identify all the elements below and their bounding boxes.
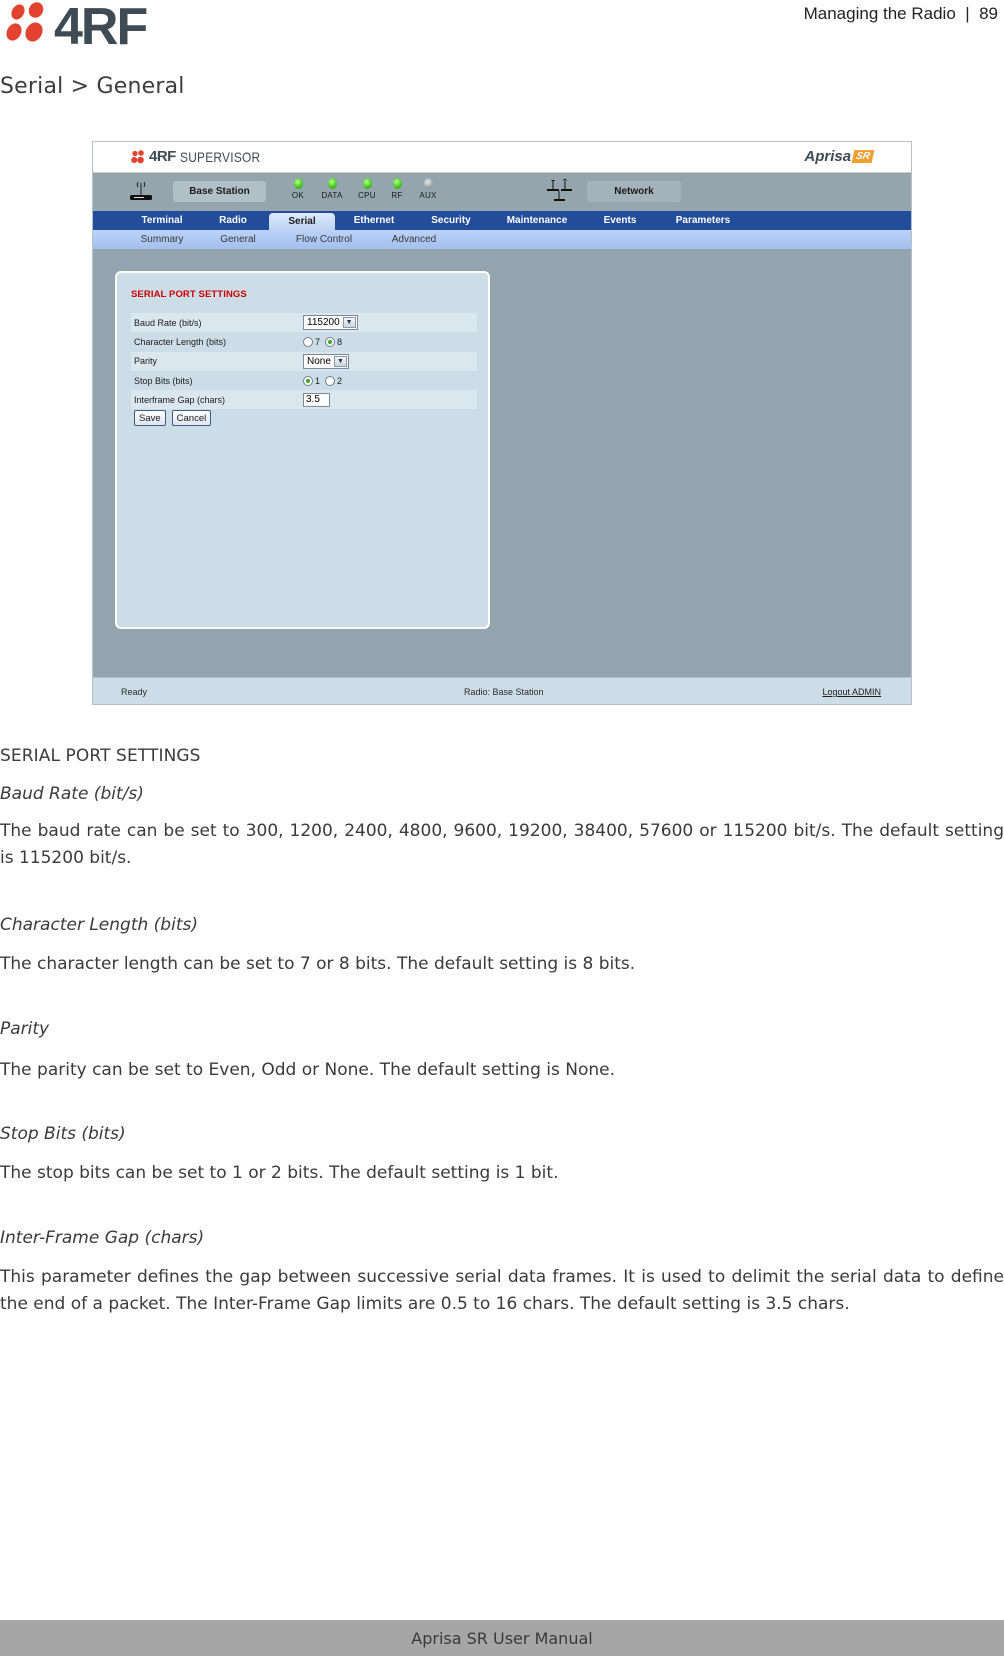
doc-heading: SERIAL PORT SETTINGS [0, 746, 201, 766]
app-header: 4RF SUPERVISOR Aprisa SR [93, 142, 911, 173]
logo-dots-icon [6, 2, 44, 42]
settings-row-baud-rate: Baud Rate (bit/s) 115200 ▼ [131, 313, 477, 333]
section-title: Serial > General [0, 74, 185, 99]
main-nav: Terminal Radio Serial Ethernet Security … [93, 211, 911, 230]
doc-paragraph-interframe-gap: This parameter defines the gap between s… [0, 1267, 1004, 1314]
tab-ethernet[interactable]: Ethernet [335, 211, 413, 230]
baud-rate-value: 115200 [307, 317, 340, 329]
interframe-gap-label: Interframe Gap (chars) [134, 394, 226, 405]
serial-port-settings-panel: SERIAL PORT SETTINGS Baud Rate (bit/s) 1… [115, 271, 490, 629]
character-length-radio-8[interactable] [325, 336, 336, 347]
tab-radio[interactable]: Radio [197, 211, 269, 230]
radio-label: 7 [315, 336, 321, 347]
brand-name: Aprisa [804, 148, 852, 165]
page-footer: Aprisa SR User Manual [0, 1620, 1004, 1656]
subtab-flow-control[interactable]: Flow Control [279, 230, 369, 249]
subtab-advanced[interactable]: Advanced [369, 230, 459, 249]
settings-table: Baud Rate (bit/s) 115200 ▼ Character Len… [131, 313, 477, 410]
4rf-logo: 4RF [6, 0, 148, 52]
led-aux-icon [423, 178, 433, 189]
chevron-down-icon[interactable]: ▼ [342, 317, 356, 329]
network-button[interactable]: Network [587, 181, 681, 202]
led-ok-icon [293, 178, 303, 189]
aprisa-logo: Aprisa SR [804, 148, 875, 165]
character-length-label: Character Length (bits) [134, 336, 227, 347]
subnav-spacer [93, 230, 127, 249]
settings-row-parity: Parity None ▼ [131, 351, 477, 371]
doc-subheading-interframe-gap: Inter-Frame Gap (chars) [0, 1228, 205, 1248]
led-aux: AUX [411, 178, 445, 200]
logout-link[interactable]: Logout ADMIN [822, 687, 881, 697]
led-rf-icon [392, 178, 402, 189]
device-status-bar: Base Station OK DATA CPU RF AUX Network [93, 173, 911, 211]
form-buttons: Save Cancel [134, 410, 212, 426]
save-button[interactable]: Save [134, 410, 166, 426]
supervisor-logo: 4RF SUPERVISOR [131, 148, 274, 165]
led-cpu-icon [362, 178, 372, 189]
baud-rate-select[interactable]: 115200 ▼ [303, 315, 358, 331]
led-rf: RF [383, 178, 411, 200]
supervisor-screenshot: 4RF SUPERVISOR Aprisa SR Base Station OK… [92, 141, 912, 705]
panel-title: SERIAL PORT SETTINGS [131, 289, 247, 300]
brand-badge: SR [851, 150, 875, 163]
radio-label: 2 [337, 375, 343, 386]
tab-serial[interactable]: Serial [269, 213, 335, 230]
led-label: AUX [419, 191, 437, 200]
stop-bits-radio-1[interactable] [303, 375, 313, 386]
doc-subheading-baud-rate: Baud Rate (bit/s) [0, 784, 144, 804]
subtab-summary[interactable]: Summary [127, 230, 197, 249]
led-cpu: CPU [351, 178, 383, 200]
led-label: CPU [358, 191, 376, 200]
radio-label: 8 [337, 336, 343, 347]
parity-select[interactable]: None ▼ [303, 353, 349, 369]
logo-dots-icon [131, 149, 144, 163]
radio-device-icon [130, 181, 152, 200]
led-data-icon [327, 178, 337, 189]
logo-text: 4RF [54, 0, 146, 52]
doc-subheading-character-length: Character Length (bits) [0, 915, 198, 935]
product-name: SUPERVISOR [179, 148, 261, 165]
chevron-down-icon[interactable]: ▼ [333, 355, 347, 367]
character-length-radio-7[interactable] [303, 336, 313, 347]
stop-bits-label: Stop Bits (bits) [134, 375, 193, 386]
app-status-bar: Ready Radio: Base Station Logout ADMIN [93, 677, 911, 704]
doc-paragraph-stop-bits: The stop bits can be set to 1 or 2 bits.… [0, 1163, 559, 1183]
settings-row-interframe-gap: Interframe Gap (chars) 3.5 [131, 390, 477, 410]
tab-parameters[interactable]: Parameters [655, 211, 751, 230]
parity-label: Parity [134, 356, 158, 367]
interframe-gap-input[interactable]: 3.5 [303, 392, 330, 407]
status-radio-mode: Radio: Base Station [464, 687, 544, 697]
doc-subheading-parity: Parity [0, 1019, 50, 1039]
status-ready: Ready [121, 687, 148, 697]
doc-paragraph-character-length: The character length can be set to 7 or … [0, 954, 636, 974]
network-topology-icon [547, 178, 572, 201]
led-label: DATA [321, 191, 343, 200]
tab-maintenance[interactable]: Maintenance [489, 211, 585, 230]
doc-subheading-stop-bits: Stop Bits (bits) [0, 1124, 126, 1144]
station-name-button[interactable]: Base Station [173, 181, 266, 202]
stop-bits-radio-2[interactable] [325, 375, 336, 386]
tab-security[interactable]: Security [413, 211, 489, 230]
doc-paragraph-parity: The parity can be set to Even, Odd or No… [0, 1060, 616, 1080]
settings-row-stop-bits: Stop Bits (bits) 1 2 [131, 371, 477, 390]
logo-4rf-text: 4RF [149, 148, 176, 165]
radio-label: 1 [315, 375, 321, 386]
led-ok: OK [283, 178, 313, 200]
led-indicators: OK DATA CPU RF AUX [283, 178, 445, 200]
parity-value: None [307, 355, 331, 367]
page-header-chapter: Managing the Radio | 89 [803, 4, 998, 23]
led-label: RF [391, 191, 403, 200]
led-data: DATA [313, 178, 351, 200]
baud-rate-label: Baud Rate (bit/s) [134, 317, 202, 328]
sub-nav: Summary General Flow Control Advanced [93, 230, 911, 250]
led-label: OK [291, 191, 305, 200]
subtab-general[interactable]: General [197, 230, 279, 249]
cancel-button[interactable]: Cancel [171, 410, 212, 426]
doc-paragraph-baud-rate: The baud rate can be set to 300, 1200, 2… [0, 821, 1004, 868]
settings-row-character-length: Character Length (bits) 7 8 [131, 332, 477, 351]
tab-events[interactable]: Events [585, 211, 655, 230]
tab-terminal[interactable]: Terminal [127, 211, 197, 230]
